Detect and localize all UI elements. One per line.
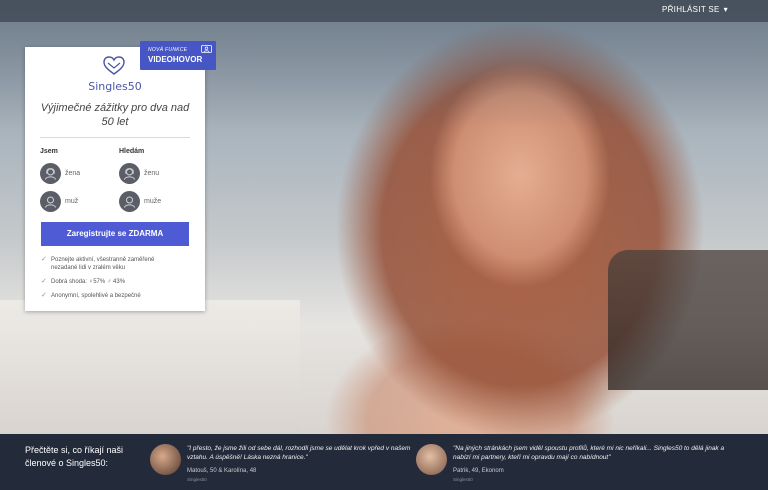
- testimonials-bar: Přečtěte si, co říkají naši členové o Si…: [0, 434, 768, 490]
- man-avatar: [416, 444, 447, 475]
- benefit-text: Poznejte aktivní, všestranně zaměřené ne…: [51, 257, 155, 271]
- i-am-woman-option[interactable]: žena: [40, 163, 80, 184]
- woman-avatar-icon: [40, 163, 61, 184]
- brand-name: Singles50: [88, 80, 142, 93]
- seeking-woman-option[interactable]: ženu: [119, 163, 159, 184]
- benefit-item: ✓ Anonymní, spolehlivé a bezpečné: [41, 292, 191, 300]
- testimonial-quote: "Na jiných stránkách jsem viděl spoustu …: [453, 445, 725, 461]
- tagline: Výjimečné zážitky pro dva nad 50 let: [40, 102, 190, 128]
- divider: [40, 137, 190, 138]
- testimonial-source: Singles50: [453, 477, 473, 482]
- option-label: muže: [144, 198, 162, 205]
- hero-chair: [608, 250, 768, 390]
- testimonial-quote: "I přesto, že jsme žili od sebe dál, roz…: [187, 445, 411, 461]
- new-feature-badge[interactable]: NOVÁ FUNKCE VIDEOHOVOR: [140, 41, 216, 70]
- option-label: muž: [65, 198, 79, 205]
- i-am-man-option[interactable]: muž: [40, 191, 78, 212]
- checkmark-icon: ✓: [41, 256, 47, 263]
- registration-card: Singles50 Výjimečné zážitky pro dva nad …: [25, 47, 205, 311]
- testimonials-intro: Přečtěte si, co říkají naši členové o Si…: [25, 445, 124, 468]
- seeking-man-option[interactable]: muže: [119, 191, 161, 212]
- login-label: PŘIHLÁSIT SE: [661, 5, 720, 14]
- option-label: žena: [65, 170, 81, 177]
- seeking-heading: Hledám: [119, 148, 145, 155]
- checkmark-icon: ✓: [41, 292, 47, 299]
- checkmark-icon: ✓: [41, 278, 47, 285]
- benefit-item: ✓ Poznejte aktivní, všestranně zaměřené …: [41, 256, 181, 272]
- heart-logo-icon: [103, 56, 125, 75]
- man-avatar-icon: [119, 191, 140, 212]
- top-bar: PŘIHLÁSIT SE ▾: [0, 0, 768, 22]
- new-feature-label: NOVÁ FUNKCE: [148, 47, 188, 53]
- benefit-text: Anonymní, spolehlivé a bezpečné: [51, 293, 141, 299]
- testimonial-author: Patrik, 49, Ekonom: [453, 468, 504, 474]
- i-am-heading: Jsem: [40, 148, 58, 155]
- man-avatar-icon: [40, 191, 61, 212]
- testimonial-author: Matouš, 50 & Karolína, 48: [187, 468, 257, 474]
- video-call-label: VIDEOHOVOR: [148, 55, 203, 64]
- chevron-down-icon: ▾: [723, 5, 728, 14]
- hero-cushion: [0, 300, 300, 434]
- login-button[interactable]: PŘIHLÁSIT SE ▾: [662, 5, 728, 14]
- option-label: ženu: [144, 170, 160, 177]
- testimonial-source: Singles50: [187, 477, 207, 482]
- couple-avatar: [150, 444, 181, 475]
- woman-avatar-icon: [119, 163, 140, 184]
- register-free-button[interactable]: Zaregistrujte se ZDARMA: [41, 222, 189, 246]
- benefit-item: ✓ Dobrá shoda: ♀57% ♂ 43%: [41, 278, 191, 286]
- video-icon: [201, 45, 212, 53]
- benefit-text: Dobrá shoda: ♀57% ♂ 43%: [51, 279, 126, 285]
